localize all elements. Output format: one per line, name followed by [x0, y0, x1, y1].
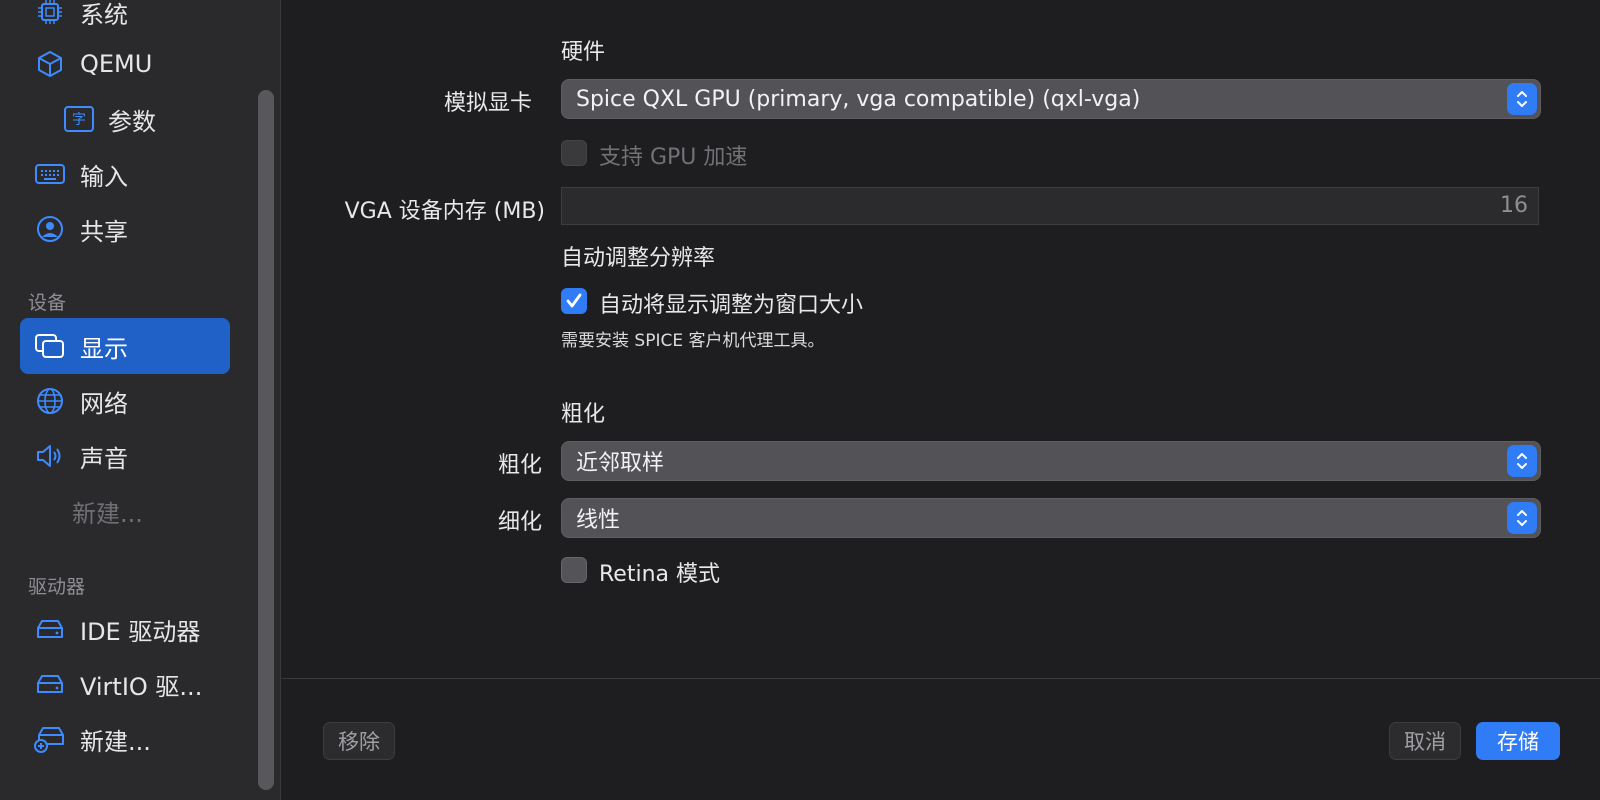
sidebar-item-label: 新建...: [80, 727, 151, 756]
sidebar: 系统 QEMU 字 参数 输入 共享 设备 显示 网络 声音 新建... 驱动器…: [0, 0, 281, 800]
sidebar-item-qemu[interactable]: QEMU: [20, 36, 230, 92]
sidebar-item-label: 参数: [108, 107, 156, 136]
spice-agent-note: 需要安装 SPICE 客户机代理工具。: [561, 331, 825, 351]
sidebar-item-system[interactable]: 系统: [20, 0, 230, 40]
cancel-button[interactable]: 取消: [1389, 722, 1461, 760]
sidebar-item-network[interactable]: 网络: [20, 373, 230, 429]
sidebar-item-virtio-drive[interactable]: VirtIO 驱...: [20, 656, 230, 712]
drive-icon: [34, 613, 66, 645]
retina-checkbox[interactable]: [561, 557, 587, 583]
sidebar-item-sound[interactable]: 声音: [20, 428, 230, 484]
sidebar-item-label: VirtIO 驱...: [80, 672, 203, 701]
chip-icon: [34, 0, 66, 28]
speaker-icon: [34, 440, 66, 472]
sidebar-item-arguments[interactable]: 字 参数: [20, 91, 230, 147]
sidebar-scrollbar[interactable]: [258, 90, 274, 790]
save-button[interactable]: 存储: [1476, 722, 1560, 760]
gpu-select[interactable]: Spice QXL GPU (primary, vga compatible) …: [561, 79, 1541, 119]
sidebar-item-label: 系统: [80, 0, 128, 29]
sidebar-item-label: 显示: [80, 334, 128, 363]
sidebar-item-new-drive[interactable]: 新建...: [20, 711, 230, 767]
vga-mem-label: VGA 设备内存 (MB): [344, 199, 545, 224]
chevron-updown-icon: [1507, 502, 1537, 534]
text-argument-icon: 字: [64, 106, 94, 132]
resolution-heading: 自动调整分辨率: [561, 246, 716, 271]
downscale-select[interactable]: 线性: [561, 498, 1541, 538]
section-devices: 设备: [28, 292, 67, 314]
vga-mem-field[interactable]: 16: [561, 187, 1539, 225]
sidebar-item-display[interactable]: 显示: [20, 318, 230, 374]
auto-resize-label: 自动将显示调整为窗口大小: [599, 293, 864, 318]
scaling-heading: 粗化: [561, 402, 606, 427]
sidebar-item-label: 声音: [80, 444, 128, 473]
gpu-accel-label: 支持 GPU 加速: [599, 145, 748, 170]
upscale-select-value: 近邻取样: [576, 451, 665, 476]
globe-icon: [34, 385, 66, 417]
sidebar-item-label: IDE 驱动器: [80, 617, 201, 646]
sidebar-item-label: 共享: [80, 217, 128, 246]
section-drives: 驱动器: [28, 576, 86, 598]
retina-label: Retina 模式: [599, 562, 720, 587]
upscale-label: 粗化: [497, 453, 542, 478]
sidebar-item-input[interactable]: 输入: [20, 146, 230, 202]
chevron-updown-icon: [1507, 83, 1537, 115]
downscale-select-value: 线性: [576, 508, 621, 533]
remove-button[interactable]: 移除: [323, 722, 395, 760]
drive-add-icon: [34, 723, 66, 755]
display-icon: [34, 330, 66, 362]
drive-icon: [34, 668, 66, 700]
person-circle-icon: [34, 213, 66, 245]
upscale-select[interactable]: 近邻取样: [561, 441, 1541, 481]
sidebar-item-sharing[interactable]: 共享: [20, 201, 230, 257]
gpu-accel-checkbox[interactable]: [561, 140, 587, 166]
cube-icon: [34, 48, 66, 80]
keyboard-icon: [34, 158, 66, 190]
checkmark-icon: [566, 293, 582, 308]
chevron-updown-icon: [1507, 445, 1537, 477]
hardware-heading: 硬件: [561, 40, 606, 65]
downscale-label: 细化: [497, 510, 542, 535]
auto-resize-checkbox[interactable]: [561, 288, 587, 314]
sidebar-item-new-device[interactable]: 新建...: [72, 483, 282, 539]
sidebar-item-label: 新建...: [72, 499, 143, 528]
sidebar-item-label: QEMU: [80, 50, 153, 78]
gpu-select-value: Spice QXL GPU (primary, vga compatible) …: [576, 86, 1141, 112]
sidebar-item-label: 输入: [80, 162, 128, 191]
sidebar-item-ide-drive[interactable]: IDE 驱动器: [20, 601, 230, 657]
gpu-label: 模拟显卡: [443, 91, 532, 116]
footer-divider: [282, 678, 1600, 679]
sidebar-item-label: 网络: [80, 389, 128, 418]
